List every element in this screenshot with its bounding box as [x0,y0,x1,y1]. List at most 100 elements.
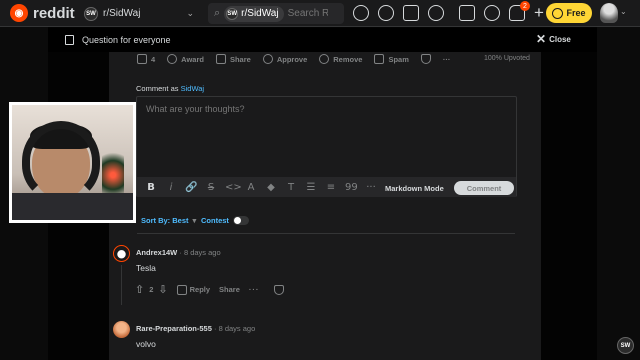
community-dropdown[interactable]: SW r/SidWaj ⌄ [84,4,194,23]
modal-title: Question for everyone [82,35,171,45]
spoiler-icon[interactable]: ◆ [265,182,277,193]
share-icon [215,54,226,64]
remove-button[interactable]: Remove [319,54,362,64]
sort-label: Sort By: Best [141,216,189,225]
plus-icon[interactable]: + [534,4,544,21]
comment-author-line: Rare-Preparation-555 · 8 days ago [136,324,255,333]
bold-icon[interactable]: B [145,182,157,193]
free-coins-button[interactable]: Free [546,3,592,23]
spam-button[interactable]: Spam [374,54,409,64]
person-shirt [12,193,133,220]
popular-icon[interactable] [353,5,369,21]
inline-code-icon[interactable]: <> [225,182,242,193]
bell-icon[interactable]: 2 [509,1,530,21]
coins-icon[interactable] [378,5,394,21]
contest-label: Contest [201,216,229,225]
approve-icon [262,54,273,64]
search-scope-chip[interactable]: SW r/SidWaj [224,5,284,22]
approve-button[interactable]: Approve [262,54,308,64]
comments-button[interactable]: 4 [137,54,155,64]
comment-author[interactable]: Rare-Preparation-555 [136,324,212,333]
upvote-ratio: 100% Upvoted [484,55,530,62]
close-label: Close [549,34,571,44]
comment-as-prefix: Comment as [136,84,179,93]
community-name: r/SidWaj [103,8,141,19]
community-icon: SW [226,7,239,20]
award-label: Award [181,54,204,64]
search-bar[interactable]: ⌕ SW r/SidWaj [208,3,344,24]
sort-dropdown[interactable]: Sort By: Best ▾ [137,216,196,225]
more-formatting-icon[interactable]: ··· [365,182,377,193]
mod-shield-button[interactable] [420,54,431,64]
chevron-down-icon[interactable]: ⌄ [620,7,627,16]
comment-timestamp: 8 days ago [218,324,256,333]
spam-icon [374,54,385,64]
share-button[interactable]: Share [215,54,251,64]
search-input[interactable] [287,8,328,19]
more-options-button[interactable]: ··· [443,55,451,64]
logo-text: reddit [33,4,75,22]
heading-icon[interactable]: T [285,182,297,193]
post-action-bar: 4 Award Share Approve Remove Spam ··· [137,54,450,64]
comment-author-line: Andrex14W · 8 days ago [136,248,221,257]
more-options-button[interactable]: ··· [249,285,260,294]
link-icon[interactable]: 🔗 [185,182,197,193]
free-label: Free [566,8,586,18]
markdown-mode-button[interactable]: Markdown Mode [385,184,444,193]
reply-label: Reply [189,285,211,294]
close-icon: ✕ [536,32,547,46]
comment-input[interactable] [146,104,446,114]
toggle-switch[interactable] [232,216,249,225]
pen-icon[interactable] [428,5,444,21]
shield-icon[interactable] [459,5,475,21]
modal-header: Question for everyone ✕ Close [48,28,597,52]
comment-editor: B i 🔗 S <> A ◆ T ☰ ≡ 99 ··· Markdown Mod… [136,96,517,197]
superscript-icon[interactable]: A [245,182,257,193]
italic-icon[interactable]: i [165,182,177,193]
chevron-down-icon: ▾ [192,216,197,225]
share-label: Share [229,54,251,64]
vote-count: 2 [149,285,154,294]
share-button[interactable]: Share [219,285,240,294]
close-button[interactable]: ✕ Close [536,32,571,46]
reddit-logo[interactable]: ◉ reddit [10,4,75,22]
bulleted-list-icon[interactable]: ☰ [305,182,317,193]
comment-author[interactable]: Andrex14W [136,248,177,257]
comment-actions: ⇧ 2 ⇩ Reply Share ··· [135,283,285,296]
snoo-avatar[interactable] [113,245,130,262]
headset-icon [22,121,100,201]
comment-time: · 8 days ago [179,248,221,257]
reply-button[interactable]: Reply [176,284,211,295]
remove-icon [319,54,330,64]
divider [137,233,515,234]
comment-body: volvo [136,339,156,349]
thread-line[interactable] [121,265,122,305]
approve-label: Approve [276,54,308,64]
community-badge: SW [617,337,634,354]
header-icons: 2 + [353,1,544,21]
comment-as-label: Comment as SidWaj [136,84,204,93]
contest-mode-toggle[interactable]: Contest [201,216,249,225]
shield-icon[interactable] [274,284,285,295]
award-button[interactable]: Award [167,54,204,64]
upvote-icon[interactable]: ⇧ [135,283,144,296]
coin-icon [552,7,564,19]
strikethrough-icon[interactable]: S [205,182,217,193]
award-icon [167,54,178,64]
spam-label: Spam [388,54,409,64]
numbered-list-icon[interactable]: ≡ [325,182,337,193]
webcam-overlay [9,102,136,223]
notification-count: 2 [520,1,530,11]
comment-submit-button[interactable]: Comment [454,181,514,195]
webcam-feed [12,105,133,220]
downvote-icon[interactable]: ⇩ [158,283,167,296]
user-avatar[interactable] [113,321,130,338]
user-avatar[interactable] [600,3,618,23]
comment-icon [176,284,187,295]
comment-as-username[interactable]: SidWaj [181,84,204,93]
comment-icon [137,54,147,64]
video-icon[interactable] [403,5,419,21]
chat-icon[interactable] [484,5,500,21]
remove-label: Remove [333,54,363,64]
quote-block-icon[interactable]: 99 [345,182,358,193]
